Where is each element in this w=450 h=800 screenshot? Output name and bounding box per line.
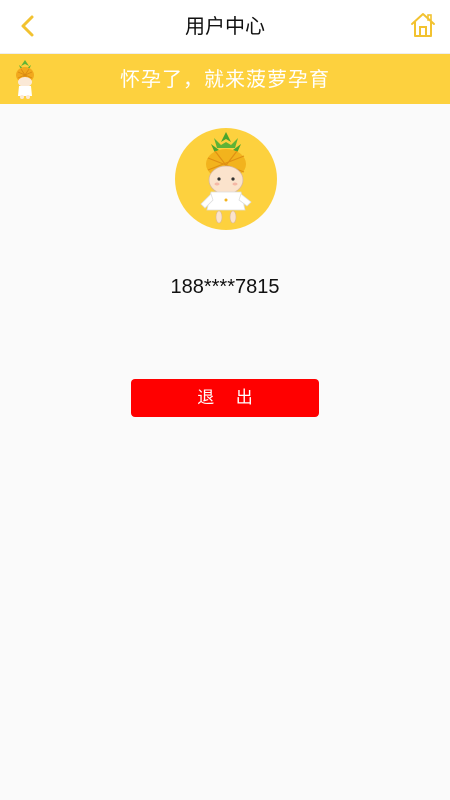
logout-button[interactable]: 退 出 (131, 379, 319, 417)
banner-slogan: 怀孕了，就来菠萝孕育 (120, 67, 330, 91)
home-icon (411, 13, 435, 37)
avatar[interactable] (175, 128, 277, 230)
promo-banner: 怀孕了，就来菠萝孕育 (0, 54, 450, 104)
phone-number: 188****7815 (170, 276, 280, 298)
user-center-page: 用户中心 怀孕了，就来菠萝孕育 188****7815 退 出 (0, 0, 450, 800)
home-button[interactable] (408, 10, 438, 40)
page-title: 用户中心 (185, 14, 265, 38)
top-nav-bar: 用户中心 (0, 0, 450, 54)
